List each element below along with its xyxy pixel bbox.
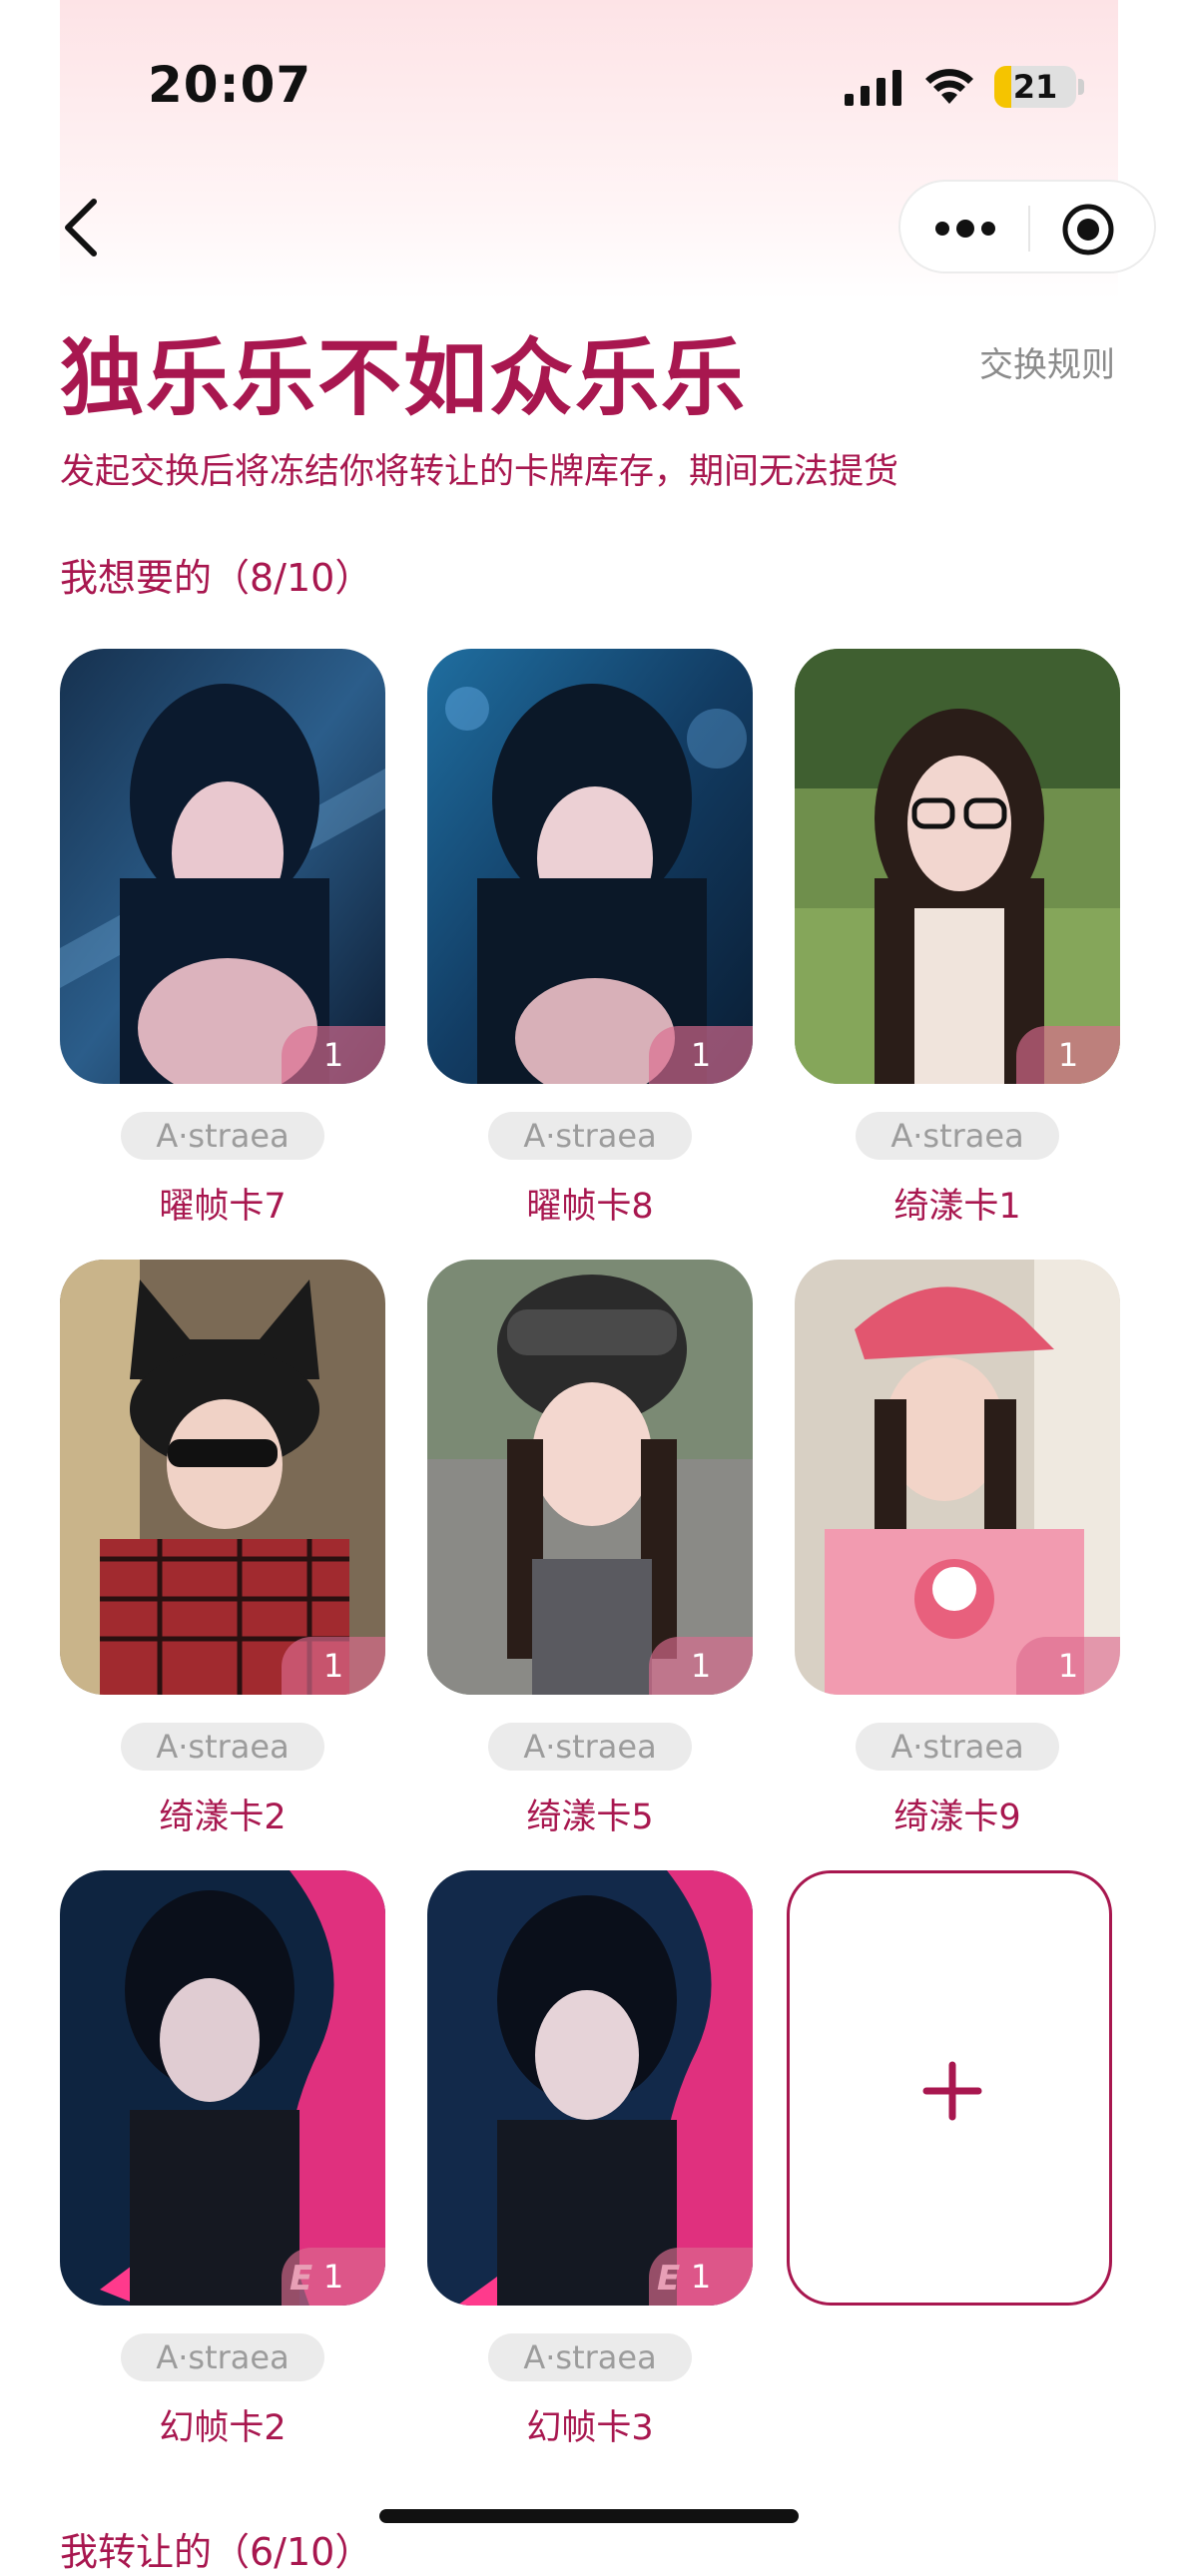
battery-cap [1078, 79, 1084, 95]
card-name: 绮漾卡5 [526, 1798, 654, 1837]
battery-level-text: 21 [1012, 68, 1058, 106]
card-name: 曜帧卡7 [159, 1187, 287, 1227]
card-photo: 1 [427, 1260, 753, 1695]
card-name: 幻帧卡3 [526, 2408, 654, 2448]
give-section-title: 我转让的（6/10） [60, 2530, 373, 2574]
brand-tag: A·straea [488, 1723, 692, 1771]
card-name: 绮漾卡1 [893, 1187, 1021, 1227]
want-section-title: 我想要的（8/10） [60, 556, 373, 600]
brand-tag: A·straea [856, 1112, 1059, 1160]
card-photo: 1 [427, 649, 753, 1084]
more-dots-icon[interactable] [930, 206, 1000, 252]
brand-tag: A·straea [488, 1112, 692, 1160]
card-photo: 1 [60, 649, 385, 1084]
brand-tag: A·straea [121, 1723, 324, 1771]
brand-tag: A·straea [121, 1112, 324, 1160]
card-photo: 1 [795, 649, 1120, 1084]
quantity-badge: 1 [649, 2248, 753, 2306]
quantity-badge: 1 [649, 1026, 753, 1084]
quantity-badge: 1 [1016, 1637, 1120, 1695]
add-wanted-card-button[interactable] [787, 1870, 1112, 2306]
quantity-badge: 1 [282, 2248, 385, 2306]
card-name: 曜帧卡8 [526, 1187, 654, 1227]
wifi-icon [925, 69, 973, 104]
home-indicator[interactable] [379, 2509, 799, 2523]
page-subtitle: 发起交换后将冻结你将转让的卡牌库存，期间无法提货 [60, 452, 899, 492]
brand-tag: A·straea [856, 1723, 1059, 1771]
brand-tag: A·straea [121, 2333, 324, 2381]
chevron-left-icon[interactable] [60, 196, 104, 259]
quantity-badge: 1 [282, 1637, 385, 1695]
quantity-badge: 1 [1016, 1026, 1120, 1084]
plus-icon [922, 2061, 982, 2121]
card-photo: E 1 [427, 1870, 753, 2306]
card-photo: E 1 [60, 1870, 385, 2306]
mini-program-capsule [898, 180, 1156, 273]
quantity-badge: 1 [282, 1026, 385, 1084]
brand-tag: A·straea [488, 2333, 692, 2381]
cellular-signal-icon [845, 70, 901, 106]
battery-indicator: 21 [994, 66, 1076, 108]
card-name: 绮漾卡2 [159, 1798, 287, 1837]
card-name: 绮漾卡9 [893, 1798, 1021, 1837]
exchange-rules-link[interactable]: 交换规则 [979, 337, 1115, 386]
card-photo: 1 [795, 1260, 1120, 1695]
page-title: 独乐乐不如众乐乐 [60, 329, 748, 427]
card-name: 幻帧卡2 [159, 2408, 287, 2448]
status-time: 20:07 [148, 56, 312, 114]
capsule-divider [1028, 206, 1030, 252]
quantity-badge: 1 [649, 1637, 753, 1695]
card-photo: 1 [60, 1260, 385, 1695]
target-circle-icon[interactable] [1060, 202, 1116, 258]
